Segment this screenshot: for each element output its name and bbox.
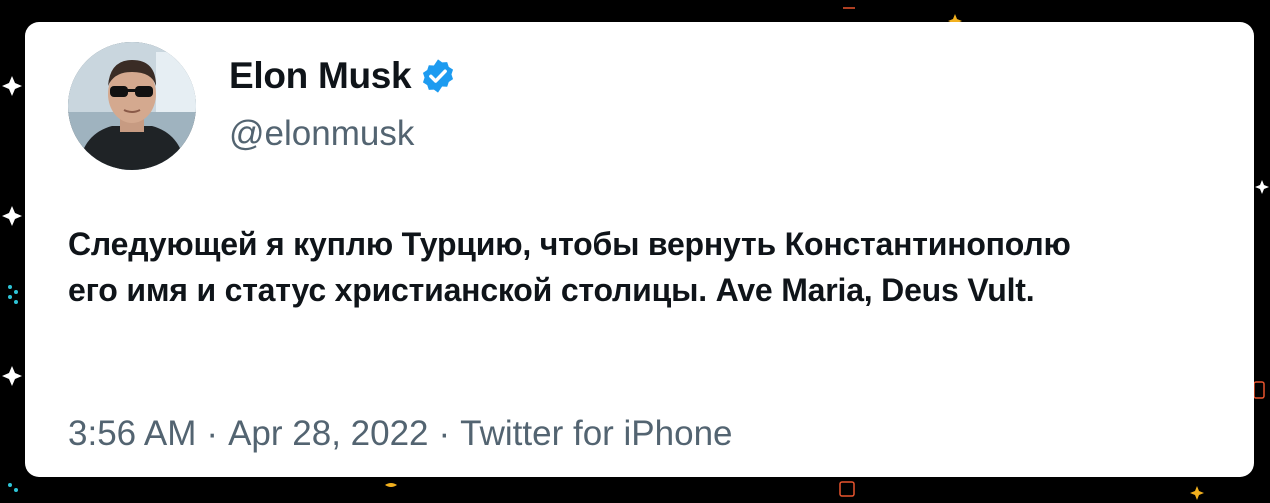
meta-separator: · (438, 414, 451, 453)
tweet-text-line: его имя и статус христианской столицы. A… (68, 272, 1035, 308)
dot-icon (8, 483, 12, 487)
sparkle-icon (2, 76, 22, 96)
tweet-time[interactable]: 3:56 AM (68, 414, 196, 453)
avatar[interactable] (68, 42, 196, 170)
profile-photo-icon (68, 42, 196, 170)
dot-icon (14, 488, 18, 492)
sparkle-icon (1255, 180, 1269, 194)
tweet-text-line: Следующей я куплю Турцию, чтобы вернуть … (68, 226, 1071, 262)
tweet-date[interactable]: Apr 28, 2022 (228, 414, 428, 453)
tweet-source[interactable]: Twitter for iPhone (460, 414, 732, 453)
tweet-text: Следующей я куплю Турцию, чтобы вернуть … (68, 221, 1238, 313)
tweet-card[interactable]: Elon Musk @elonmusk Следующей я куплю Ту… (25, 22, 1254, 477)
bracket-icon (839, 481, 855, 497)
bracket-icon (1253, 381, 1265, 399)
verified-badge-icon (423, 59, 454, 93)
tweet-meta: 3:56 AM · Apr 28, 2022 · Twitter for iPhone (68, 414, 733, 454)
sparkle-icon (2, 366, 22, 386)
author-handle[interactable]: @elonmusk (229, 114, 414, 154)
author-display-name[interactable]: Elon Musk (229, 55, 412, 97)
author-name-row[interactable]: Elon Musk (229, 55, 457, 97)
dot-icon (14, 300, 18, 304)
dot-icon (8, 295, 12, 299)
dot-icon (14, 290, 18, 294)
sparkle-icon (1190, 486, 1204, 500)
sparkle-icon (2, 206, 22, 226)
dot-icon (8, 285, 12, 289)
meta-separator: · (206, 414, 219, 453)
leaf-icon (385, 483, 397, 487)
